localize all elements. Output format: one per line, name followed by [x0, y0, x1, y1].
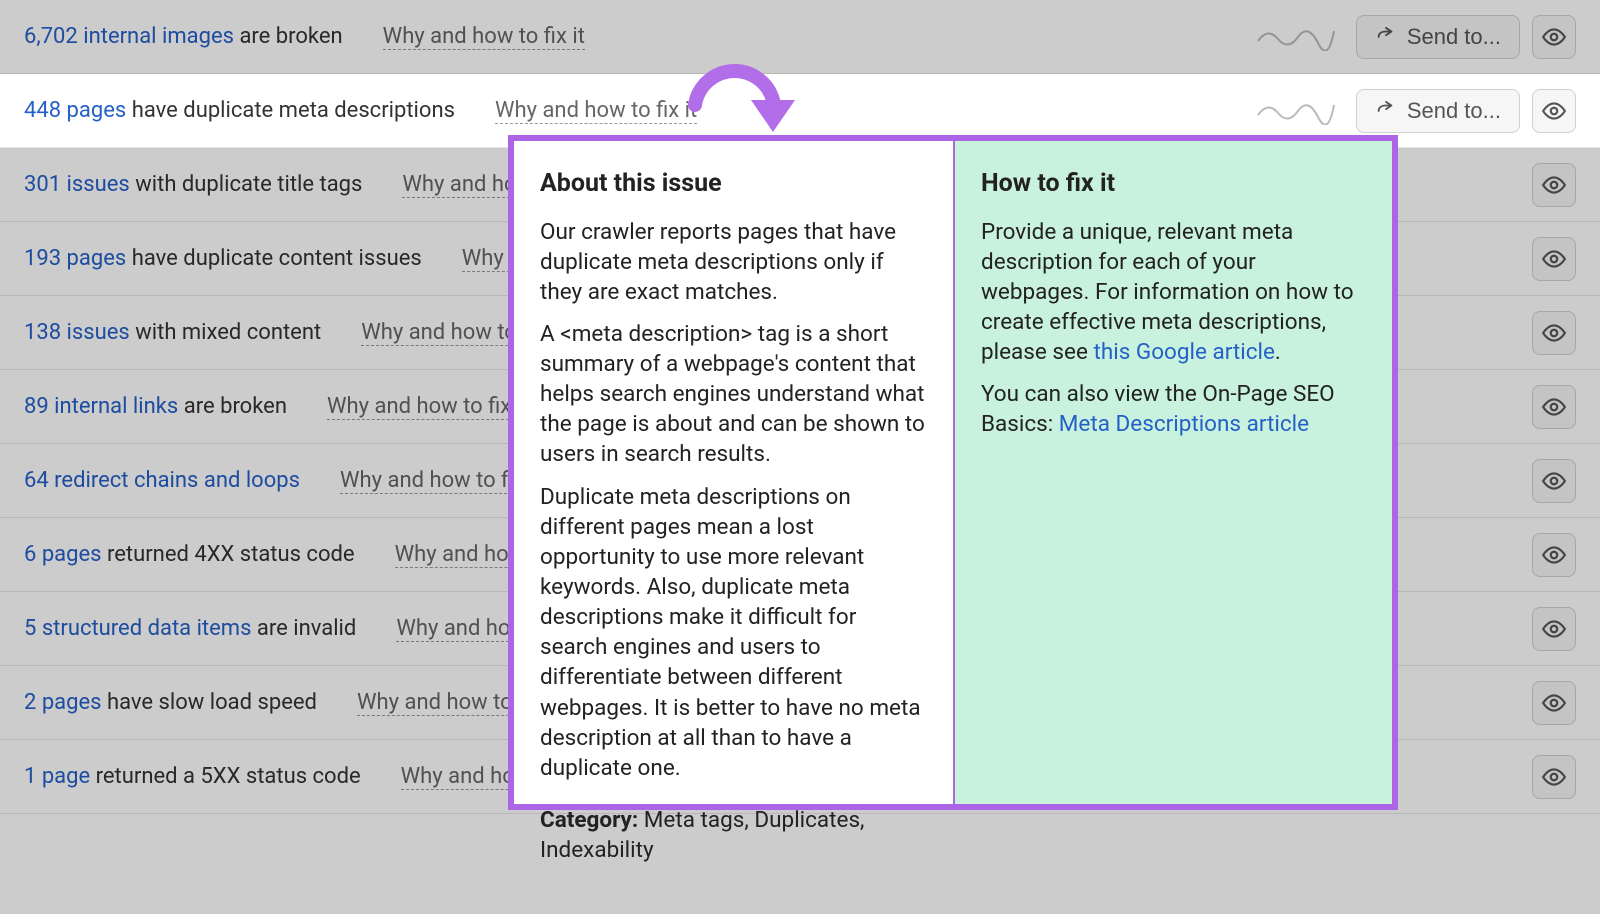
fix-paragraph: Provide a unique, relevant meta descript… — [981, 217, 1366, 368]
eye-icon — [1541, 172, 1567, 198]
issue-description: 2 pages have slow load speed — [24, 690, 317, 715]
eye-icon — [1541, 246, 1567, 272]
issue-suffix: are broken — [184, 394, 287, 419]
issue-count-link[interactable]: 301 issues — [24, 172, 130, 197]
issue-count-link[interactable]: 1 page — [24, 764, 90, 789]
why-and-how-link[interactable]: Why and how to fix it — [495, 98, 697, 124]
issue-description: 301 issues with duplicate title tags — [24, 172, 362, 197]
issue-description: 448 pages have duplicate meta descriptio… — [24, 98, 455, 123]
issue-description: 89 internal links are broken — [24, 394, 287, 419]
issue-suffix: returned 4XX status code — [107, 542, 355, 567]
issue-suffix: are broken — [239, 24, 342, 49]
eye-icon — [1541, 764, 1567, 790]
issue-count-link[interactable]: 5 structured data items — [24, 616, 251, 641]
eye-icon — [1541, 24, 1567, 50]
eye-icon — [1541, 394, 1567, 420]
issue-count-link[interactable]: 6 pages — [24, 542, 102, 567]
sparkline-icon — [1256, 23, 1336, 51]
about-paragraph: Our crawler reports pages that have dupl… — [540, 217, 927, 307]
visibility-toggle-button[interactable] — [1532, 385, 1576, 429]
issue-description: 6,702 internal images are broken — [24, 24, 343, 49]
visibility-toggle-button[interactable] — [1532, 163, 1576, 207]
visibility-toggle-button[interactable] — [1532, 533, 1576, 577]
share-arrow-icon — [1375, 100, 1397, 122]
visibility-toggle-button[interactable] — [1532, 15, 1576, 59]
google-article-link[interactable]: this Google article — [1093, 339, 1274, 365]
popover-fix-column: How to fix it Provide a unique, relevant… — [953, 141, 1392, 804]
visibility-toggle-button[interactable] — [1532, 311, 1576, 355]
category-label: Category: — [540, 807, 638, 833]
send-to-button[interactable]: Send to... — [1356, 15, 1520, 59]
eye-icon — [1541, 690, 1567, 716]
sparkline-icon — [1256, 97, 1336, 125]
issue-count-link[interactable]: 2 pages — [24, 690, 102, 715]
issue-count-link[interactable]: 138 issues — [24, 320, 130, 345]
issue-suffix: are invalid — [257, 616, 356, 641]
about-paragraph: Duplicate meta descriptions on different… — [540, 482, 927, 783]
issue-description: 6 pages returned 4XX status code — [24, 542, 355, 567]
share-arrow-icon — [1375, 26, 1397, 48]
why-and-how-link[interactable]: Why and how to fix it — [383, 24, 585, 50]
issue-explain-popover: About this issue Our crawler reports pag… — [508, 135, 1398, 810]
send-to-button[interactable]: Send to... — [1356, 89, 1520, 133]
issue-description: 5 structured data items are invalid — [24, 616, 356, 641]
issue-description: 64 redirect chains and loops — [24, 468, 300, 493]
eye-icon — [1541, 468, 1567, 494]
send-to-label: Send to... — [1407, 98, 1501, 124]
meta-descriptions-article-link[interactable]: Meta Descriptions article — [1059, 411, 1309, 437]
eye-icon — [1541, 616, 1567, 642]
issue-count-link[interactable]: 64 redirect chains and loops — [24, 468, 300, 493]
why-and-how-link[interactable]: Why and how to fix it — [327, 394, 529, 420]
fix-heading: How to fix it — [981, 167, 1366, 201]
fix-paragraph: You can also view the On-Page SEO Basics… — [981, 379, 1366, 439]
popover-about-column: About this issue Our crawler reports pag… — [514, 141, 953, 804]
issue-count-link[interactable]: 89 internal links — [24, 394, 178, 419]
send-to-label: Send to... — [1407, 24, 1501, 50]
visibility-toggle-button[interactable] — [1532, 607, 1576, 651]
visibility-toggle-button[interactable] — [1532, 755, 1576, 799]
issue-description: 1 page returned a 5XX status code — [24, 764, 361, 789]
issue-count-link[interactable]: 193 pages — [24, 246, 126, 271]
category-line: Category: Meta tags, Duplicates, Indexab… — [540, 805, 927, 865]
visibility-toggle-button[interactable] — [1532, 89, 1576, 133]
issue-suffix: with mixed content — [135, 320, 321, 345]
visibility-toggle-button[interactable] — [1532, 459, 1576, 503]
issue-row[interactable]: 6,702 internal images are broken Why and … — [0, 0, 1600, 74]
issue-suffix: have duplicate meta descriptions — [132, 98, 455, 123]
fix-text: . — [1275, 339, 1281, 365]
issue-suffix: with duplicate title tags — [135, 172, 362, 197]
issue-count-link[interactable]: 448 pages — [24, 98, 126, 123]
eye-icon — [1541, 320, 1567, 346]
issue-suffix: returned a 5XX status code — [96, 764, 361, 789]
visibility-toggle-button[interactable] — [1532, 681, 1576, 725]
about-paragraph: A <meta description> tag is a short summ… — [540, 319, 927, 470]
issue-suffix: have duplicate content issues — [132, 246, 422, 271]
issue-count-link[interactable]: 6,702 internal images — [24, 24, 234, 49]
eye-icon — [1541, 98, 1567, 124]
about-heading: About this issue — [540, 167, 927, 201]
issue-description: 138 issues with mixed content — [24, 320, 321, 345]
issue-description: 193 pages have duplicate content issues — [24, 246, 422, 271]
visibility-toggle-button[interactable] — [1532, 237, 1576, 281]
eye-icon — [1541, 542, 1567, 568]
issue-suffix: have slow load speed — [107, 690, 317, 715]
